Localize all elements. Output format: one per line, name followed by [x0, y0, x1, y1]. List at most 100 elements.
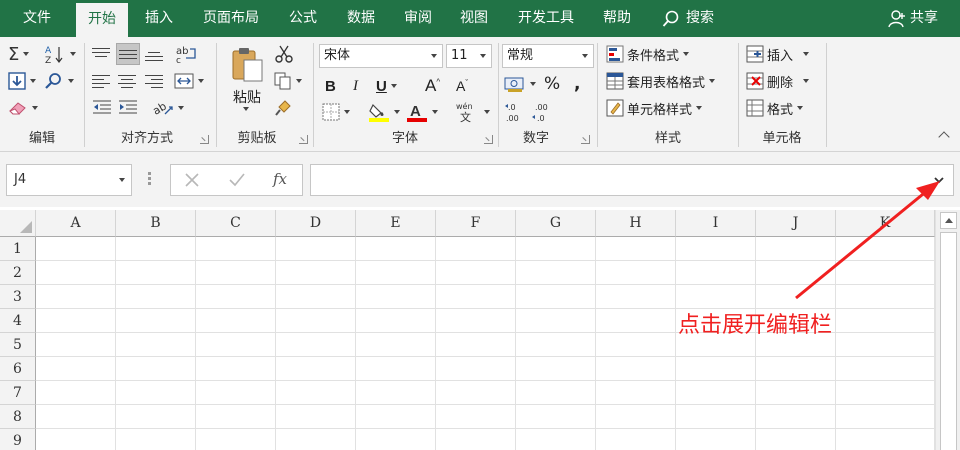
- cell[interactable]: [276, 429, 356, 450]
- middle-align-button[interactable]: [116, 43, 140, 65]
- merge-center-button[interactable]: [174, 70, 204, 92]
- cell[interactable]: [436, 357, 516, 381]
- cell[interactable]: [516, 405, 596, 429]
- cell[interactable]: [516, 285, 596, 309]
- cell[interactable]: [356, 237, 436, 261]
- row-header[interactable]: 3: [0, 285, 36, 309]
- fill-button[interactable]: [8, 70, 36, 92]
- vertical-scrollbar[interactable]: [935, 210, 960, 450]
- cell[interactable]: [676, 285, 756, 309]
- cell[interactable]: [196, 285, 276, 309]
- cell[interactable]: [356, 333, 436, 357]
- decrease-indent-button[interactable]: [92, 97, 112, 119]
- wrap-text-button[interactable]: ab c: [176, 43, 198, 65]
- row-header[interactable]: 6: [0, 357, 36, 381]
- cell-styles-button[interactable]: 单元格样式: [606, 97, 703, 119]
- delete-cells-button[interactable]: 删除: [746, 70, 810, 92]
- number-format-select[interactable]: 常规: [502, 44, 594, 68]
- accounting-format-button[interactable]: [504, 73, 536, 95]
- cell[interactable]: [516, 333, 596, 357]
- grow-font-button[interactable]: A^: [425, 75, 440, 97]
- collapse-ribbon-icon[interactable]: [938, 131, 950, 143]
- cell[interactable]: [676, 429, 756, 450]
- cell[interactable]: [196, 381, 276, 405]
- tab-page-layout[interactable]: 页面布局: [192, 0, 270, 37]
- font-dialog-launcher[interactable]: [484, 135, 493, 144]
- cell[interactable]: [356, 309, 436, 333]
- top-align-button[interactable]: [92, 43, 114, 65]
- cell[interactable]: [116, 357, 196, 381]
- cell[interactable]: [676, 261, 756, 285]
- bottom-align-button[interactable]: [145, 43, 167, 65]
- column-header[interactable]: D: [276, 210, 356, 237]
- column-header[interactable]: J: [756, 210, 836, 237]
- cell[interactable]: [36, 309, 116, 333]
- italic-button[interactable]: I: [353, 75, 358, 97]
- bold-button[interactable]: B: [325, 75, 336, 97]
- cell[interactable]: [116, 429, 196, 450]
- cell[interactable]: [196, 333, 276, 357]
- cell[interactable]: [276, 285, 356, 309]
- cell[interactable]: [116, 405, 196, 429]
- row-header[interactable]: 2: [0, 261, 36, 285]
- sort-filter-button[interactable]: A Z: [44, 43, 76, 65]
- underline-button[interactable]: U: [376, 75, 397, 97]
- cell[interactable]: [196, 237, 276, 261]
- tab-view[interactable]: 视图: [447, 0, 501, 37]
- cell[interactable]: [836, 405, 935, 429]
- cell[interactable]: [676, 357, 756, 381]
- cell[interactable]: [596, 357, 676, 381]
- cell[interactable]: [436, 381, 516, 405]
- cell[interactable]: [836, 237, 935, 261]
- cell[interactable]: [116, 381, 196, 405]
- cell[interactable]: [116, 261, 196, 285]
- cell[interactable]: [36, 381, 116, 405]
- column-header[interactable]: B: [116, 210, 196, 237]
- cell[interactable]: [836, 333, 935, 357]
- cell[interactable]: [436, 261, 516, 285]
- align-center-button[interactable]: [118, 70, 136, 92]
- cell[interactable]: [356, 261, 436, 285]
- cell[interactable]: [116, 333, 196, 357]
- cell[interactable]: [756, 261, 836, 285]
- font-size-select[interactable]: 11: [446, 44, 492, 68]
- cell[interactable]: [36, 405, 116, 429]
- enter-check-icon[interactable]: [228, 172, 246, 188]
- column-header[interactable]: I: [676, 210, 756, 237]
- increase-decimal-button[interactable]: .0 .00: [505, 101, 529, 123]
- format-cells-button[interactable]: 格式: [746, 97, 804, 119]
- cell[interactable]: [356, 285, 436, 309]
- cell[interactable]: [836, 357, 935, 381]
- cell[interactable]: [356, 357, 436, 381]
- name-box[interactable]: J4: [6, 164, 132, 196]
- shrink-font-button[interactable]: Aˇ: [456, 75, 468, 97]
- increase-indent-button[interactable]: [118, 97, 138, 119]
- cell[interactable]: [836, 285, 935, 309]
- find-select-button[interactable]: [44, 70, 74, 92]
- column-header[interactable]: H: [596, 210, 676, 237]
- cell[interactable]: [516, 357, 596, 381]
- column-header[interactable]: K: [836, 210, 935, 237]
- tab-file[interactable]: 文件: [0, 0, 74, 37]
- cell[interactable]: [116, 309, 196, 333]
- cell[interactable]: [596, 429, 676, 450]
- cell[interactable]: [276, 309, 356, 333]
- cell[interactable]: [516, 429, 596, 450]
- cell[interactable]: [276, 333, 356, 357]
- cut-button[interactable]: [274, 43, 294, 65]
- tab-developer[interactable]: 开发工具: [506, 0, 586, 37]
- orientation-button[interactable]: ab: [152, 97, 184, 119]
- cell[interactable]: [436, 309, 516, 333]
- row-header[interactable]: 7: [0, 381, 36, 405]
- tab-insert[interactable]: 插入: [132, 0, 186, 37]
- expand-formula-bar-icon[interactable]: [933, 174, 945, 186]
- cell[interactable]: [516, 381, 596, 405]
- cell[interactable]: [756, 237, 836, 261]
- cell[interactable]: [596, 309, 676, 333]
- format-painter-button[interactable]: [274, 97, 292, 119]
- autosum-button[interactable]: Σ: [8, 43, 30, 65]
- clipboard-dialog-launcher[interactable]: [299, 135, 308, 144]
- cell[interactable]: [276, 261, 356, 285]
- row-header[interactable]: 9: [0, 429, 36, 450]
- row-header[interactable]: 1: [0, 237, 36, 261]
